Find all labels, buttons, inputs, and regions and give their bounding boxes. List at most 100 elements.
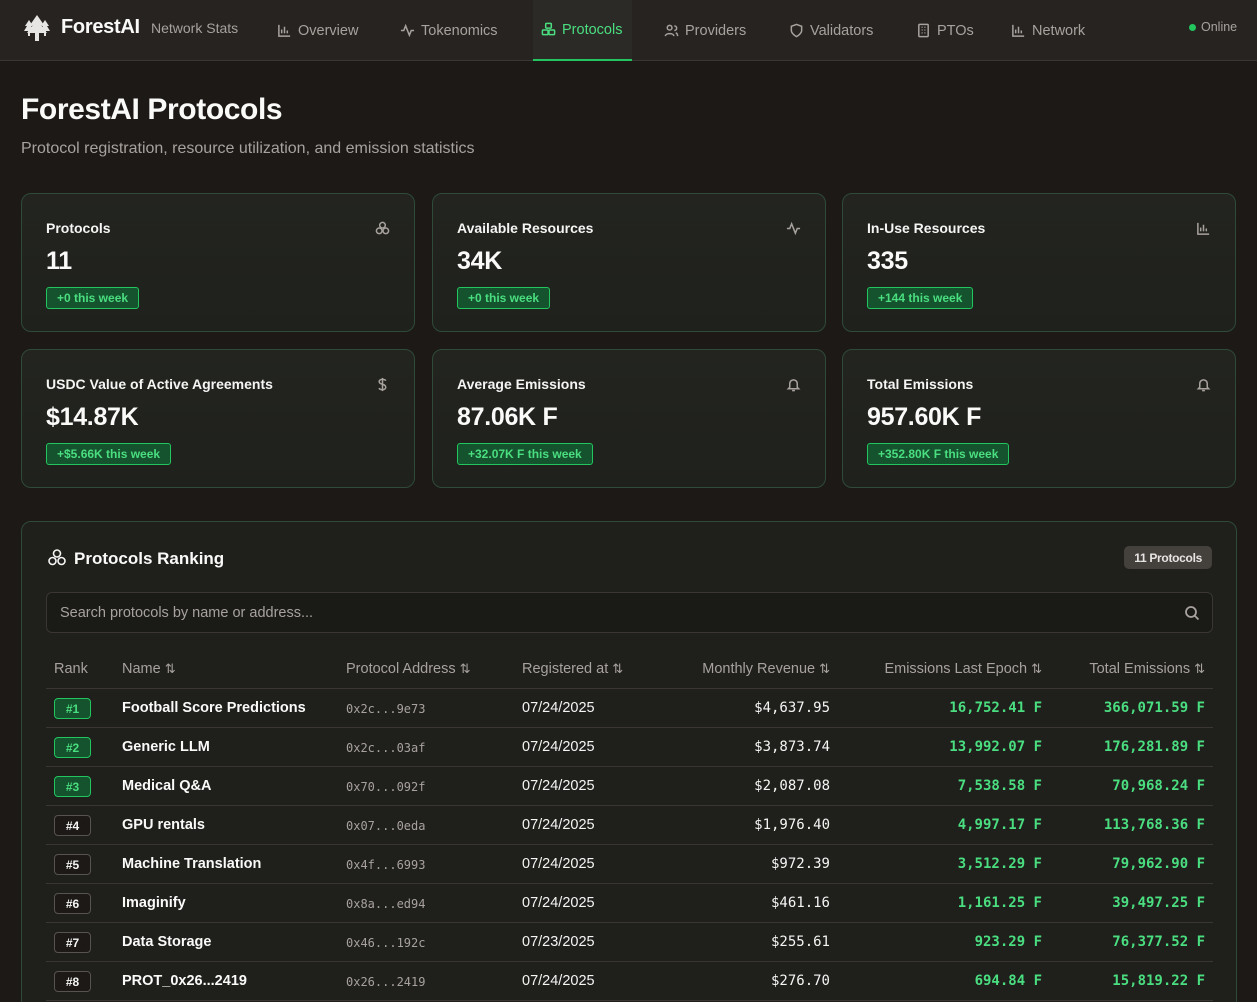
table-row[interactable]: #5 Machine Translation 0x4f...6993 07/24… [46, 845, 1213, 884]
protocol-address[interactable]: 0x07...0eda [346, 819, 425, 833]
search-icon[interactable] [1184, 605, 1200, 621]
emissions-last-epoch: 1,161.25 F [957, 895, 1042, 911]
nav-overview[interactable]: Overview [277, 0, 382, 61]
column-registered[interactable]: Registered at ⇅ [522, 661, 623, 677]
protocol-address[interactable]: 0x8a...ed94 [346, 897, 425, 911]
sort-icon[interactable]: ⇅ [819, 661, 830, 677]
protocol-name[interactable]: Imaginify [122, 895, 186, 911]
total-emissions: 366,071.59 F [1103, 700, 1205, 716]
stat-card-value: 87.06K F [457, 403, 558, 431]
registered-date: 07/24/2025 [522, 973, 595, 989]
registered-date: 07/24/2025 [522, 739, 595, 755]
sort-icon[interactable]: ⇅ [1194, 661, 1205, 677]
column-name[interactable]: Name ⇅ [122, 661, 176, 677]
table-row[interactable]: #1 Football Score Predictions 0x2c...9e7… [46, 689, 1213, 728]
nav-protocols[interactable]: Protocols [533, 0, 632, 61]
table-row[interactable]: #6 Imaginify 0x8a...ed94 07/24/2025 $461… [46, 884, 1213, 923]
column-address-label: Protocol Address [346, 661, 456, 677]
rank-badge: #8 [54, 971, 91, 992]
stat-card-usdc-value: USDC Value of Active Agreements $14.87K … [21, 349, 415, 488]
brand-subtitle: Network Stats [151, 20, 239, 36]
protocols-ranking-panel: Protocols Ranking 11 Protocols Rank Name… [21, 521, 1237, 1002]
monthly-revenue: $1,976.40 [754, 817, 830, 833]
protocol-name[interactable]: Machine Translation [122, 856, 261, 872]
bar-chart-icon [1012, 24, 1025, 37]
registered-date: 07/23/2025 [522, 934, 595, 950]
table-row[interactable]: #3 Medical Q&A 0x70...092f 07/24/2025 $2… [46, 767, 1213, 806]
bell-icon [786, 377, 801, 392]
search-input[interactable] [47, 593, 1167, 632]
stat-card-label: Average Emissions [457, 376, 586, 392]
column-rank-label: Rank [54, 661, 88, 677]
protocol-name[interactable]: Medical Q&A [122, 778, 211, 794]
protocol-name[interactable]: Generic LLM [122, 739, 210, 755]
emissions-last-epoch: 16,752.41 F [949, 700, 1042, 716]
search-box [46, 592, 1213, 633]
protocol-address[interactable]: 0x70...092f [346, 780, 425, 794]
monthly-revenue: $461.16 [770, 895, 830, 911]
rank-badge: #7 [54, 932, 91, 953]
sort-icon[interactable]: ⇅ [1031, 661, 1042, 677]
protocol-name[interactable]: Football Score Predictions [122, 700, 306, 716]
registered-date: 07/24/2025 [522, 895, 595, 911]
nav-validators[interactable]: Validators [789, 0, 894, 61]
stat-card-average-emissions: Average Emissions 87.06K F +32.07K F thi… [432, 349, 826, 488]
boxes-icon [541, 22, 556, 36]
stat-card-delta: +0 this week [457, 287, 551, 309]
stat-card-delta: +$5.66K this week [46, 443, 172, 465]
nav-providers[interactable]: Providers [664, 0, 764, 61]
boxes-icon [375, 221, 390, 236]
stat-card-label: In-Use Resources [867, 220, 986, 236]
emissions-last-epoch: 13,992.07 F [949, 739, 1042, 755]
sort-icon[interactable]: ⇅ [612, 661, 623, 677]
table-row[interactable]: #4 GPU rentals 0x07...0eda 07/24/2025 $1… [46, 806, 1213, 845]
column-total-emissions[interactable]: Total Emissions ⇅ [1089, 661, 1205, 677]
column-name-label: Name [122, 661, 161, 677]
stat-card-delta: +32.07K F this week [457, 443, 593, 465]
column-revenue[interactable]: Monthly Revenue ⇅ [702, 661, 830, 677]
protocol-address[interactable]: 0x46...192c [346, 936, 425, 950]
page-subtitle: Protocol registration, resource utilizat… [21, 140, 475, 157]
protocol-address[interactable]: 0x2c...03af [346, 741, 425, 755]
connection-status-label: Online [1201, 20, 1238, 34]
stat-card-available-resources: Available Resources 34K +0 this week [432, 193, 826, 332]
sort-icon[interactable]: ⇅ [460, 661, 471, 677]
sort-icon[interactable]: ⇅ [165, 661, 176, 677]
protocol-address[interactable]: 0x26...2419 [346, 975, 425, 989]
table-row[interactable]: #8 PROT_0x26...2419 0x26...2419 07/24/20… [46, 962, 1213, 1001]
monthly-revenue: $276.70 [770, 973, 830, 989]
registered-date: 07/24/2025 [522, 856, 595, 872]
emissions-last-epoch: 4,997.17 F [957, 817, 1042, 833]
protocol-name[interactable]: Data Storage [122, 934, 211, 950]
brand-name[interactable]: ForestAI [61, 16, 140, 39]
total-emissions: 113,768.36 F [1103, 817, 1205, 833]
table-header: Rank Name ⇅ Protocol Address ⇅ Registered … [46, 649, 1213, 689]
protocol-address[interactable]: 0x2c...9e73 [346, 702, 425, 716]
nav-network[interactable]: Network [1011, 0, 1101, 61]
column-registered-label: Registered at [522, 661, 609, 677]
emissions-last-epoch: 923.29 F [974, 934, 1042, 950]
total-emissions: 76,377.52 F [1112, 934, 1205, 950]
column-address[interactable]: Protocol Address ⇅ [346, 661, 471, 677]
stat-card-value: $14.87K [46, 403, 139, 431]
protocol-name[interactable]: PROT_0x26...2419 [122, 973, 247, 989]
rank-badge: #1 [54, 698, 91, 719]
nav-ptos[interactable]: PTOs [916, 0, 986, 61]
bar-chart-icon [1196, 221, 1211, 236]
stat-card-value: 34K [457, 247, 502, 275]
column-emissions-last[interactable]: Emissions Last Epoch ⇅ [884, 661, 1042, 677]
forest-logo-icon[interactable] [24, 14, 50, 42]
bell-icon [1196, 377, 1211, 392]
building-icon [918, 23, 929, 38]
table-row[interactable]: #7 Data Storage 0x46...192c 07/23/2025 $… [46, 923, 1213, 962]
protocol-address[interactable]: 0x4f...6993 [346, 858, 425, 872]
top-navigation-bar: ForestAI Network Stats Overview Tokenomi… [0, 0, 1257, 61]
table-row[interactable]: #2 Generic LLM 0x2c...03af 07/24/2025 $3… [46, 728, 1213, 767]
nav-tokenomics[interactable]: Tokenomics [400, 0, 510, 61]
stat-card-protocols: Protocols 11 +0 this week [21, 193, 415, 332]
emissions-last-epoch: 694.84 F [974, 973, 1042, 989]
total-emissions: 176,281.89 F [1103, 739, 1205, 755]
protocol-name[interactable]: GPU rentals [122, 817, 205, 833]
total-emissions: 15,819.22 F [1112, 973, 1205, 989]
total-emissions: 70,968.24 F [1112, 778, 1205, 794]
